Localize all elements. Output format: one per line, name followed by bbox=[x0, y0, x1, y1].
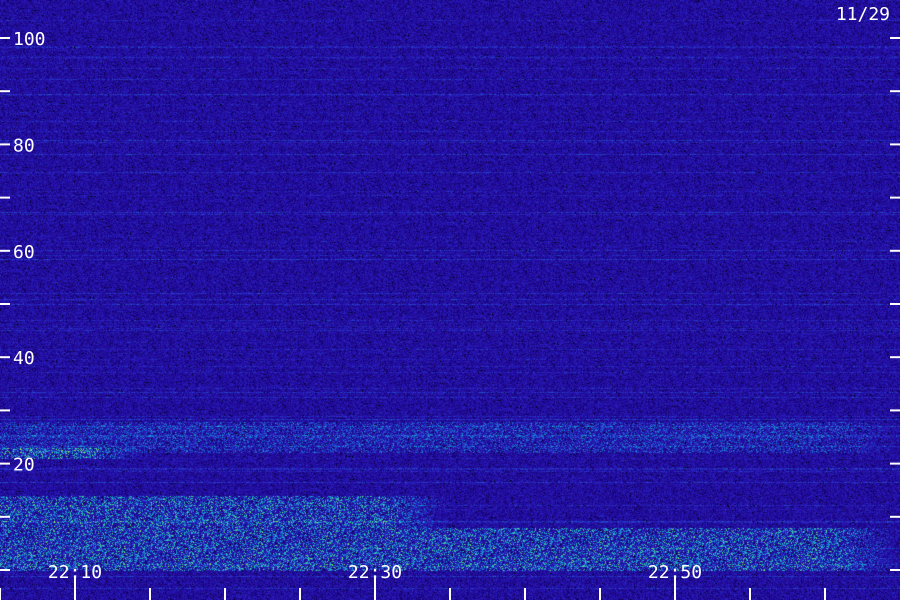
y-tick-label: 60 bbox=[13, 242, 35, 263]
y-tick-label: 20 bbox=[13, 455, 35, 476]
date-label: 11/29 bbox=[835, 4, 890, 25]
y-tick-label: 100 bbox=[13, 29, 46, 50]
x-tick-label: 22:50 bbox=[648, 562, 702, 583]
axes-overlay: 20 40 60 80 100 22:10 22:30 22:50 bbox=[0, 29, 900, 600]
x-tick-label: 22:10 bbox=[48, 562, 102, 583]
y-tick-label: 80 bbox=[13, 135, 35, 156]
y-tick-label: 40 bbox=[13, 348, 35, 369]
x-tick-label: 22:30 bbox=[348, 562, 402, 583]
y-axis-ticks: 20 40 60 80 100 bbox=[0, 29, 900, 571]
x-axis-ticks: 22:10 22:30 22:50 bbox=[0, 562, 826, 600]
